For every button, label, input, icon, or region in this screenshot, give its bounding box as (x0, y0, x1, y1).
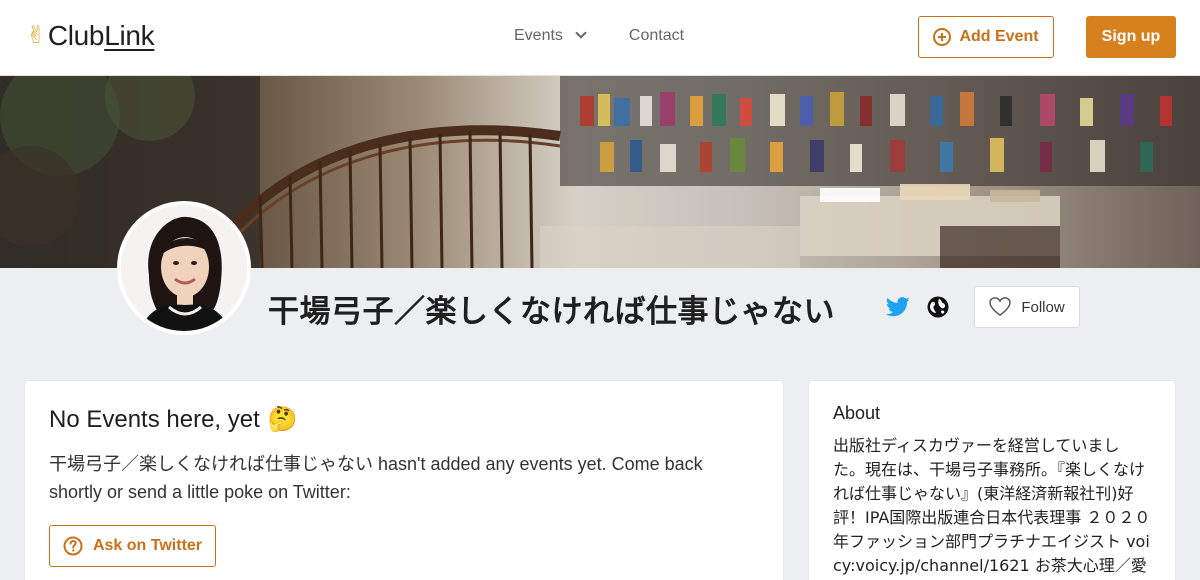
follow-button[interactable]: Follow (974, 286, 1080, 328)
nav-contact-link[interactable]: Contact (629, 27, 684, 45)
thinking-face-icon: 🤔 (267, 406, 298, 433)
add-event-button[interactable]: Add Event (918, 16, 1054, 58)
ask-on-twitter-button[interactable]: Ask on Twitter (49, 525, 216, 567)
main-nav: Events Contact (514, 27, 684, 45)
globe-icon[interactable] (927, 296, 949, 318)
logo-text-link: Link (104, 20, 155, 51)
no-events-title: No Events here, yet (49, 405, 260, 433)
portrait-image (121, 205, 247, 331)
clublink-logo[interactable]: ✌ Club Link (26, 20, 155, 52)
nav-contact-label: Contact (628, 27, 685, 44)
add-event-label: Add Event (959, 28, 1039, 45)
plus-circle-icon (933, 28, 952, 46)
about-text: 出版社ディスカヴァーを経営していました。現在は、干場弓子事務所。『楽しくなければ… (833, 436, 1151, 575)
events-card: No Events here, yet 🤔 干場弓子／楽しくなければ仕事じゃない… (24, 380, 784, 580)
about-title: About (833, 403, 881, 423)
ask-on-twitter-label: Ask on Twitter (92, 537, 203, 554)
help-circle-icon (63, 536, 83, 556)
events-card-title: No Events here, yet 🤔 (49, 405, 759, 434)
logo-text-club: Club (47, 20, 105, 51)
profile-name: 干場弓子／楽しくなければ仕事じゃない (268, 294, 835, 330)
follow-label: Follow (1021, 298, 1065, 316)
chevron-down-icon (575, 27, 587, 39)
avatar-portrait (121, 205, 247, 331)
nav-events-dropdown[interactable]: Events (514, 27, 587, 45)
sign-up-button[interactable]: Sign up (1086, 16, 1176, 58)
profile-avatar (117, 201, 251, 335)
victory-hand-icon: ✌ (26, 22, 46, 49)
about-card: About 出版社ディスカヴァーを経営していました。現在は、干場弓子事務所。『楽… (808, 380, 1176, 580)
heart-icon (989, 297, 1012, 317)
nav-events-label: Events (514, 27, 563, 44)
no-events-message: 干場弓子／楽しくなければ仕事じゃない hasn't added any even… (49, 454, 703, 502)
twitter-icon[interactable] (886, 296, 910, 318)
top-header: ✌ Club Link Events Contact Add Event Sign… (0, 0, 1200, 76)
